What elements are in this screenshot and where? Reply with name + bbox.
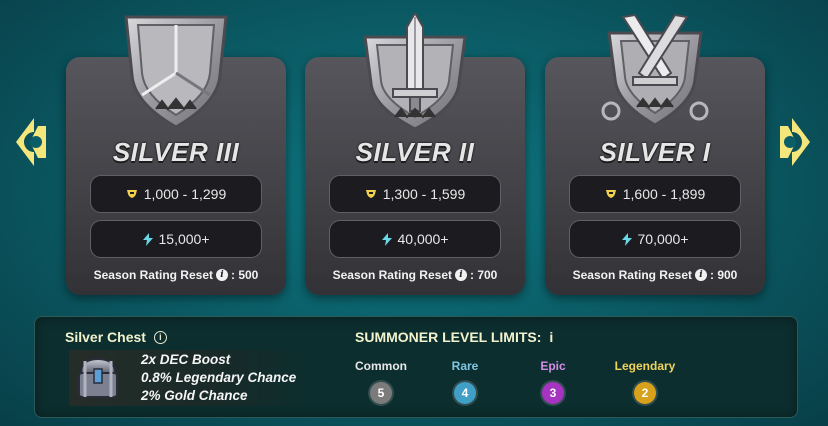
chest-reward-line: 0.8% Legendary Chance [141, 370, 297, 385]
limit-rare: Rare 4 [425, 359, 505, 404]
season-reset-value: : 900 [710, 268, 738, 282]
chevron-right-icon [780, 118, 810, 166]
limit-common: Common 5 [341, 359, 421, 404]
rating-range: 1,300 - 1,599 [382, 186, 466, 202]
trophy-icon [365, 190, 376, 198]
rating-range-pill: 1,000 - 1,299 [90, 175, 262, 213]
season-reset-value: : 700 [470, 268, 498, 282]
silver-crossed-swords-emblem [601, 13, 709, 127]
limit-legendary: Legendary 2 [605, 359, 685, 404]
league-name: SILVER I [599, 137, 711, 167]
next-league-button[interactable] [778, 116, 814, 168]
league-card-silver-i[interactable]: SILVER I 1,600 - 1,899 70,000+ Season Ra… [545, 13, 765, 295]
power-requirement: 40,000+ [397, 231, 449, 247]
limit-label: Common [355, 359, 407, 373]
silver-shield-emblem [124, 15, 228, 129]
limits-info-icon[interactable]: i [549, 329, 553, 345]
power-requirement: 15,000+ [158, 231, 210, 247]
info-icon[interactable]: i [695, 269, 707, 281]
season-reset-label: Season Rating Reset [572, 268, 692, 282]
silver-chest-icon [78, 357, 118, 398]
season-reset-label: Season Rating Reset [93, 268, 213, 282]
league-name: SILVER II [355, 137, 475, 167]
limit-label: Rare [451, 359, 479, 373]
season-reset-row: Season Rating Reset i : 500 [66, 268, 286, 282]
league-name: SILVER III [112, 137, 240, 167]
chevron-left-icon [16, 118, 46, 166]
season-reset-label: Season Rating Reset [332, 268, 452, 282]
limit-value-badge: 4 [454, 382, 476, 404]
power-requirement-pill: 40,000+ [329, 220, 501, 258]
power-requirement-pill: 70,000+ [569, 220, 741, 258]
lightning-icon [381, 232, 392, 246]
chest-title-text: Silver Chest [65, 329, 146, 345]
rating-range-pill: 1,300 - 1,599 [329, 175, 501, 213]
rating-range-pill: 1,600 - 1,899 [569, 175, 741, 213]
limit-label: Legendary [614, 359, 676, 373]
league-card-silver-ii[interactable]: SILVER II 1,300 - 1,599 40,000+ Season R… [305, 13, 525, 295]
info-icon[interactable]: i [216, 269, 228, 281]
chest-info-icon[interactable]: i [153, 330, 167, 344]
chest-reward-line: 2% Gold Chance [141, 388, 248, 403]
season-reset-row: Season Rating Reset i : 900 [545, 268, 765, 282]
chest-reward-line: 2x DEC Boost [141, 352, 231, 367]
previous-league-button[interactable] [12, 116, 48, 168]
league-rewards-panel: Silver Chest i 2x DEC Boost 0.8% Legenda… [34, 316, 798, 418]
limit-label: Epic [540, 359, 566, 373]
power-requirement-pill: 15,000+ [90, 220, 262, 258]
lightning-icon [142, 232, 153, 246]
limit-value-badge: 2 [634, 382, 656, 404]
silver-sword-shield-emblem [363, 13, 467, 131]
chest-rewards-list: 2x DEC Boost 0.8% Legendary Chance 2% Go… [141, 351, 296, 405]
trophy-icon [605, 190, 616, 198]
season-reset-value: : 500 [231, 268, 259, 282]
limit-epic: Epic 3 [513, 359, 593, 404]
info-icon[interactable]: i [455, 269, 467, 281]
chest-title: Silver Chest i [65, 329, 167, 345]
summoner-limits-title-text: SUMMONER LEVEL LIMITS: [355, 329, 542, 345]
rating-range: 1,000 - 1,299 [143, 186, 227, 202]
rating-range: 1,600 - 1,899 [622, 186, 706, 202]
summoner-limits-title: SUMMONER LEVEL LIMITS: i [355, 329, 553, 345]
power-requirement: 70,000+ [637, 231, 689, 247]
limit-value-badge: 5 [370, 382, 392, 404]
lightning-icon [621, 232, 632, 246]
trophy-icon [126, 190, 137, 198]
limit-value-badge: 3 [542, 382, 564, 404]
league-card-silver-iii[interactable]: SILVER III 1,000 - 1,299 15,000+ Season … [66, 15, 286, 295]
season-reset-row: Season Rating Reset i : 700 [305, 268, 525, 282]
